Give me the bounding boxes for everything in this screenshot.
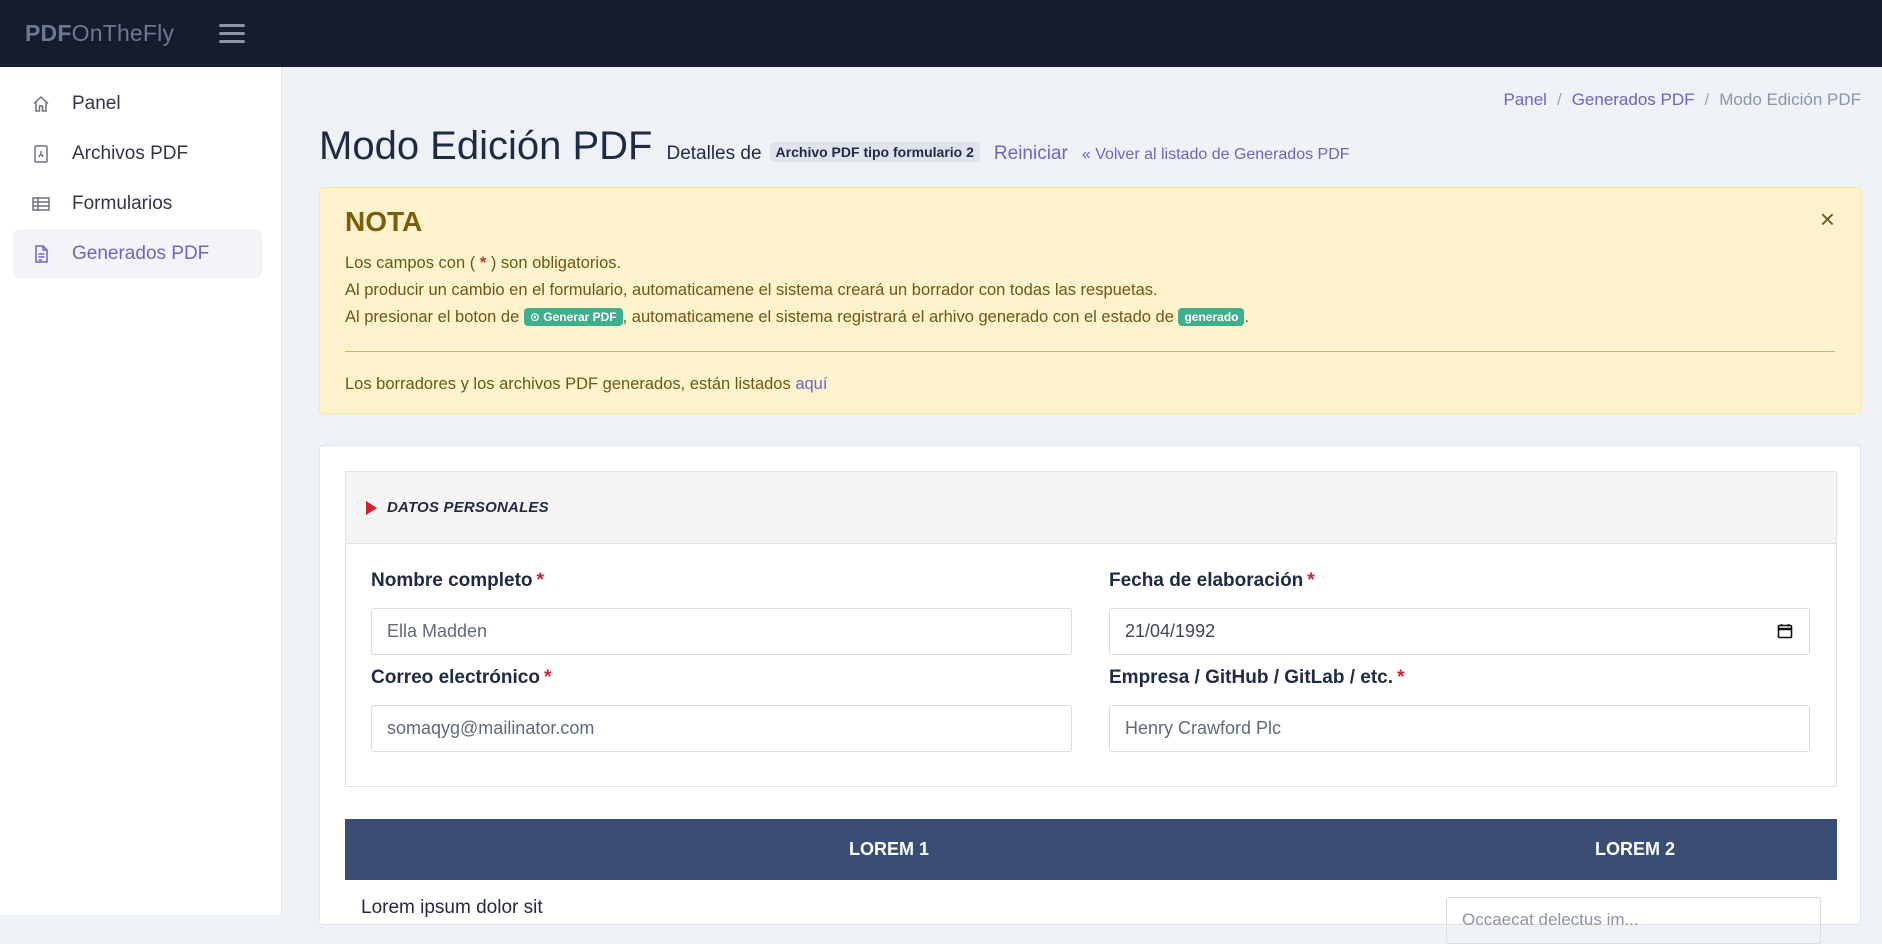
correo-input[interactable] (387, 718, 1071, 739)
required-asterisk: * (1397, 667, 1405, 688)
sidebar: Panel Archivos PDF Formularios Generados… (0, 67, 282, 915)
fecha-label: Fecha de elaboración * (1109, 570, 1315, 592)
column-header: LOREM 2 (1594, 839, 1675, 859)
page-header: Modo Edición PDF Detalles de Archivo PDF… (319, 124, 1350, 169)
personal-data-section: DATOS PERSONALES Nombre completo* Fecha … (345, 471, 1837, 787)
menu-toggle-icon[interactable] (219, 23, 246, 44)
fecha-value: 21/04/1992 (1125, 621, 1216, 641)
table-row-input[interactable]: Occaecat delectus im... (1446, 897, 1821, 944)
label-text: Correo electrónico (371, 667, 540, 688)
label-text: Nombre completo (371, 570, 533, 591)
alert-text: . (1244, 308, 1250, 326)
brand-rest: OnTheFly (71, 20, 175, 46)
required-asterisk: * (543, 667, 552, 688)
breadcrumb-panel[interactable]: Panel (1503, 90, 1546, 110)
sidebar-item-label: Archivos PDF (72, 142, 189, 164)
empresa-field[interactable] (1109, 705, 1810, 752)
alert-line-required: Los campos con ( * ) son obligatorios. (345, 254, 621, 273)
alert-text: , automaticamene el sistema registrará e… (622, 308, 1174, 326)
caret-right-icon (366, 500, 377, 515)
empresa-label: Empresa / GitHub / GitLab / etc. * (1109, 667, 1404, 689)
breadcrumb-generados-pdf[interactable]: Generados PDF (1572, 90, 1695, 110)
brand-logo[interactable]: PDFOnTheFly (25, 20, 174, 47)
pdf-file-icon (30, 143, 52, 165)
breadcrumb-separator: / (1704, 90, 1710, 109)
breadcrumb-current: Modo Edición PDF (1719, 90, 1861, 109)
document-icon (30, 243, 52, 265)
label-text: Empresa / GitHub / GitLab / etc. (1109, 667, 1393, 688)
alert-text: ) son obligatorios. (490, 254, 622, 272)
empresa-input[interactable] (1125, 718, 1809, 739)
alert-divider (345, 351, 1835, 352)
brand-bold: PDF (25, 20, 72, 46)
label-text: Fecha de elaboración (1109, 570, 1304, 591)
reset-link[interactable]: Reiniciar (994, 143, 1068, 165)
table-row-label: Lorem ipsum dolor sit (361, 897, 543, 918)
close-icon[interactable]: × (1820, 206, 1835, 232)
alert-text: Los campos con ( (345, 254, 476, 272)
sidebar-item-label: Panel (72, 92, 121, 114)
section-title: DATOS PERSONALES (387, 499, 549, 516)
breadcrumb-separator: / (1556, 90, 1562, 109)
page-subtitle: Detalles de (666, 143, 762, 164)
alert-line-draft: Al producir un cambio en el formulario, … (345, 281, 1158, 299)
home-icon (30, 93, 52, 115)
required-asterisk: * (1307, 570, 1315, 591)
check-circle-icon: ⊙ (529, 309, 540, 324)
sidebar-item-label: Formularios (72, 192, 173, 214)
alert-text: Al presionar el boton de (345, 308, 520, 326)
status-badge-generado: generado (1178, 307, 1245, 326)
nombre-input[interactable] (387, 621, 1071, 642)
alert-line-drafts-link: Los borradores y los archivos PDF genera… (345, 375, 827, 394)
sidebar-item-panel[interactable]: Panel (13, 79, 262, 128)
top-navbar: PDFOnTheFly (0, 0, 1882, 67)
badge-label: Generar PDF (543, 309, 617, 324)
form-type-chip: Archivo PDF tipo formulario 2 (769, 142, 980, 162)
nombre-field[interactable] (371, 608, 1072, 655)
form-card: DATOS PERSONALES Nombre completo* Fecha … (319, 445, 1861, 944)
generate-pdf-badge: ⊙ Generar PDF (523, 307, 623, 326)
note-alert: NOTA × Los campos con ( * ) son obligato… (319, 187, 1861, 414)
column-header: LOREM 1 (848, 839, 929, 859)
sidebar-item-label: Generados PDF (72, 242, 210, 264)
double-chevron-left-icon: « (1081, 146, 1091, 163)
correo-field[interactable] (371, 705, 1072, 752)
required-asterisk: * (479, 254, 487, 272)
correo-label: Correo electrónico * (371, 667, 551, 689)
alert-text: Los borradores y los archivos PDF genera… (345, 375, 791, 393)
back-link-label: Volver al listado de Generados PDF (1095, 146, 1350, 163)
alert-line-generate: Al presionar el boton de ⊙ Generar PDF, … (345, 307, 1250, 327)
calendar-icon[interactable] (1777, 623, 1793, 639)
section-header-toggle[interactable]: DATOS PERSONALES (346, 472, 1836, 544)
drafts-here-link[interactable]: aquí (795, 375, 827, 393)
table-header: LOREM 1 LOREM 2 (345, 819, 1837, 880)
fecha-field[interactable]: 21/04/1992 (1109, 608, 1810, 655)
back-to-list-link[interactable]: « Volver al listado de Generados PDF (1082, 146, 1350, 164)
sidebar-item-formularios[interactable]: Formularios (13, 179, 262, 228)
alert-title: NOTA (345, 206, 423, 237)
table-icon (30, 193, 52, 215)
nombre-label: Nombre completo * (371, 570, 544, 592)
sidebar-item-generados-pdf[interactable]: Generados PDF (13, 229, 262, 278)
required-asterisk: * (536, 570, 544, 591)
sidebar-item-archivos-pdf[interactable]: Archivos PDF (13, 129, 262, 178)
breadcrumb: Panel / Generados PDF / Modo Edición PDF (1503, 90, 1861, 110)
page-title: Modo Edición PDF (319, 124, 653, 168)
